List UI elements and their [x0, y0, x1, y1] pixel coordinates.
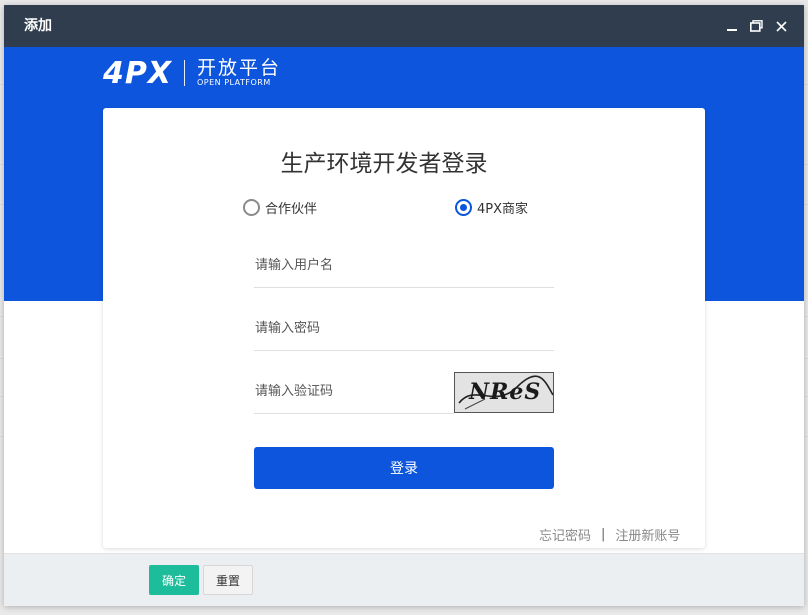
captcha-input[interactable]: [254, 370, 454, 413]
username-input[interactable]: [254, 244, 554, 287]
minimize-icon[interactable]: [722, 16, 742, 36]
confirm-button[interactable]: 确定: [149, 565, 199, 595]
close-icon[interactable]: [771, 16, 791, 36]
dialog-title: 添加: [24, 18, 52, 34]
register-link[interactable]: 注册新账号: [615, 525, 680, 544]
login-button[interactable]: 登录: [254, 447, 554, 489]
logo-text: 开放平台 OPEN PLATFORM: [197, 58, 281, 88]
captcha-text: NReS: [469, 379, 542, 405]
password-input[interactable]: [254, 307, 554, 350]
radio-4px-merchant[interactable]: 4PX商家: [455, 197, 528, 217]
link-separator: |: [601, 527, 606, 542]
captcha-image[interactable]: NReS: [454, 372, 554, 413]
add-dialog: 添加 4PX 开放平台 OPEN PLATFORM 生产环境开发者登录 合作伙伴…: [4, 5, 804, 606]
captcha-field: [254, 370, 454, 414]
reset-button[interactable]: 重置: [203, 565, 253, 595]
radio-unchecked-icon[interactable]: [243, 198, 260, 216]
logo-mark: 4PX: [103, 55, 172, 91]
maximize-icon[interactable]: [746, 16, 766, 36]
password-field: [254, 307, 554, 351]
login-title: 生产环境开发者登录: [280, 151, 488, 177]
forgot-password-link[interactable]: 忘记密码: [539, 525, 591, 544]
logo-name-en: OPEN PLATFORM: [197, 78, 271, 87]
logo-divider: [184, 60, 185, 86]
platform-logo: 4PX 开放平台 OPEN PLATFORM: [103, 55, 281, 91]
radio-checked-icon[interactable]: [455, 198, 472, 216]
dialog-content: 4PX 开放平台 OPEN PLATFORM 生产环境开发者登录 合作伙伴 4P…: [4, 47, 804, 553]
radio-partner-label: 合作伙伴: [265, 201, 318, 217]
radio-partner[interactable]: 合作伙伴: [243, 197, 317, 217]
dialog-titlebar: 添加: [4, 5, 804, 47]
login-card: 生产环境开发者登录 合作伙伴 4PX商家 请输入用户名 请输入验证码 NReS …: [103, 108, 705, 548]
radio-merchant-label: 4PX商家: [477, 201, 529, 217]
dialog-footer: 确定 重置: [4, 553, 804, 606]
logo-name-cn: 开放平台: [197, 57, 282, 79]
account-links: 忘记密码 | 注册新账号: [539, 525, 680, 544]
username-field: [254, 244, 554, 288]
